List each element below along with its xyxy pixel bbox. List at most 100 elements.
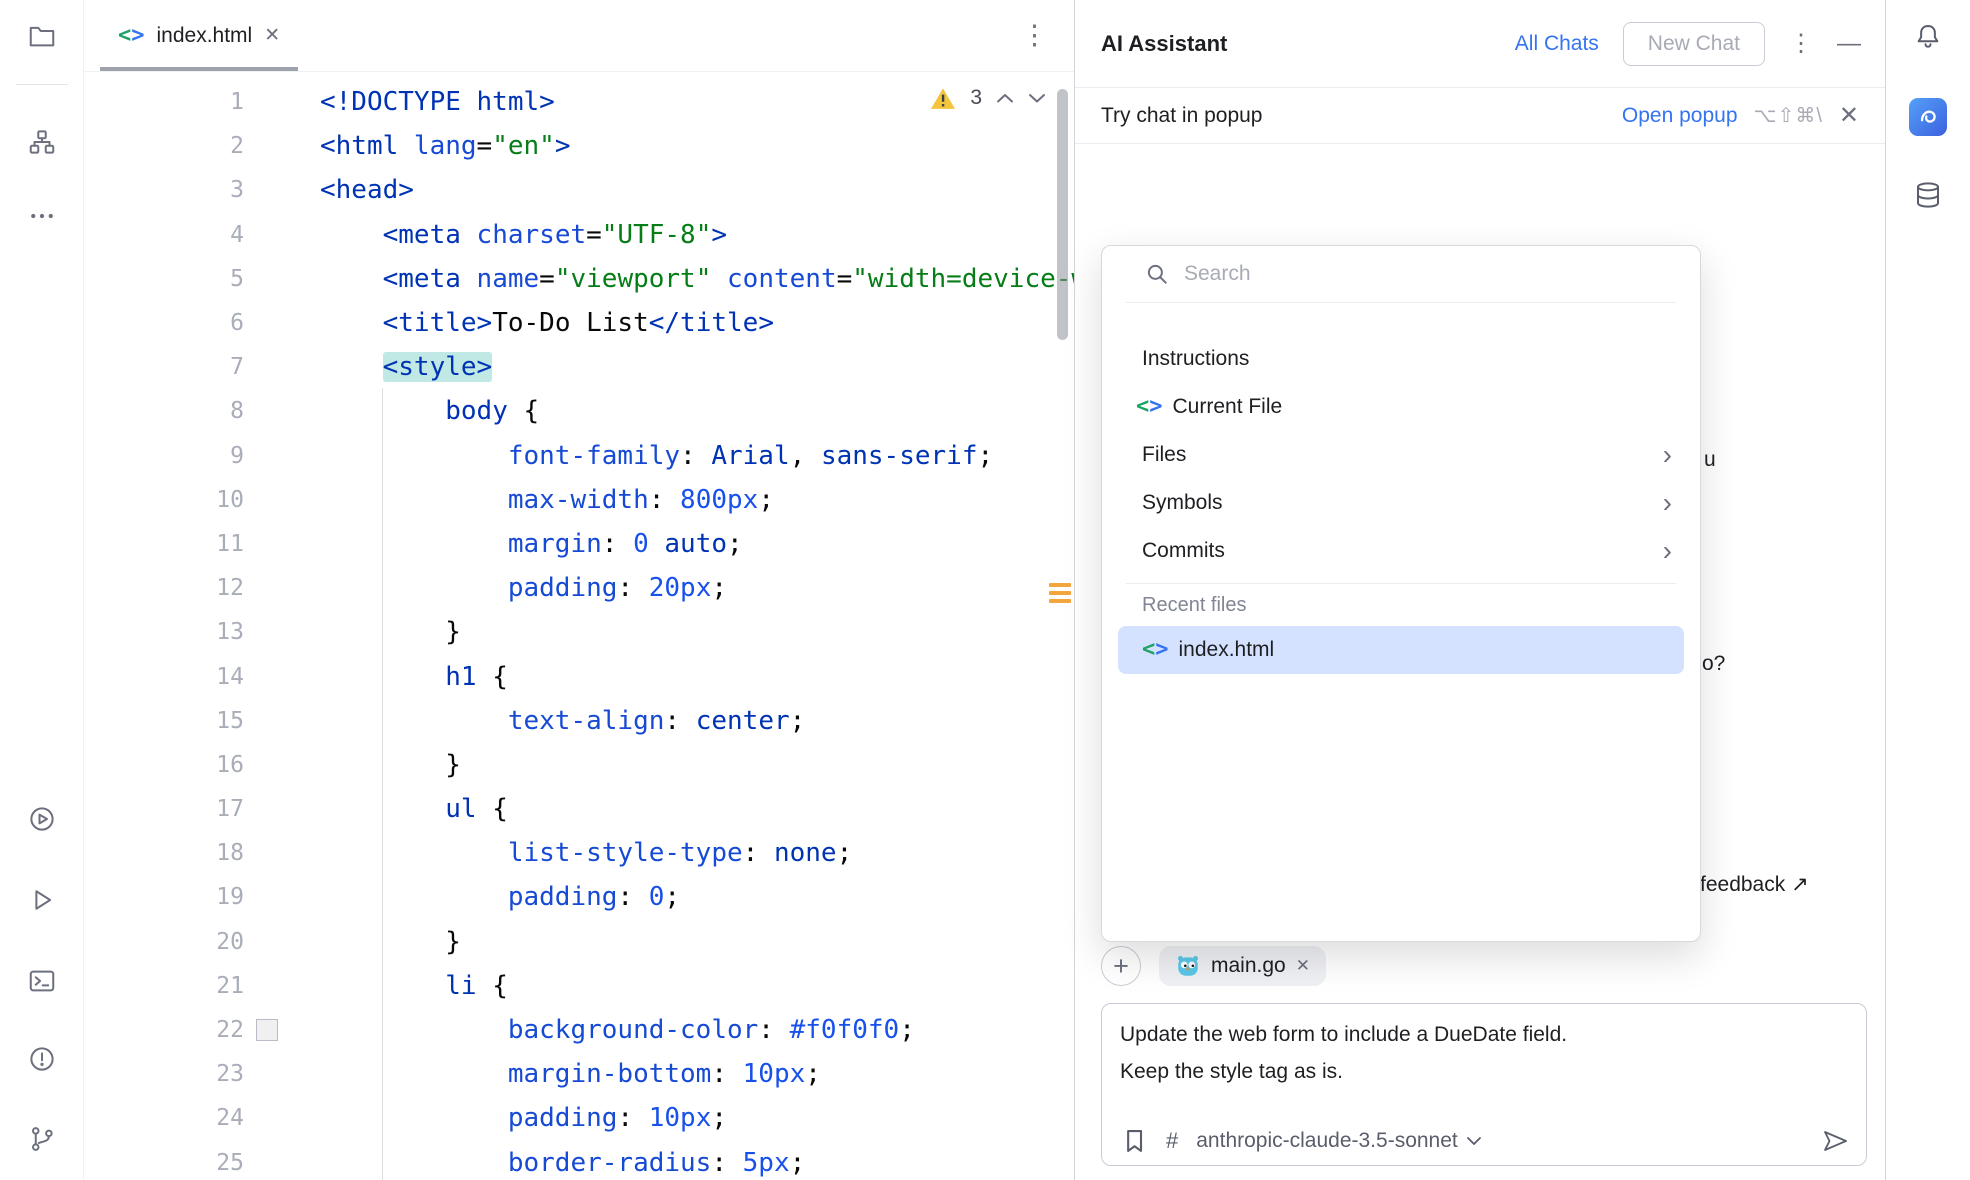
new-chat-button[interactable]: New Chat — [1622, 21, 1765, 66]
tab-close-icon[interactable]: ✕ — [264, 24, 280, 47]
send-button[interactable] — [1820, 1126, 1850, 1156]
next-warning-icon[interactable] — [1028, 93, 1046, 104]
code-line[interactable]: 8 body { — [84, 389, 1074, 433]
warning-stripe-marks[interactable] — [1049, 583, 1071, 607]
open-popup-link[interactable]: Open popup — [1622, 104, 1738, 128]
inspections-widget[interactable]: 3 — [930, 86, 1046, 110]
code-line[interactable]: 7 <style> — [84, 345, 1074, 389]
banner-close-icon[interactable]: ✕ — [1839, 101, 1859, 130]
popup-item-instructions[interactable]: Instructions — [1102, 335, 1700, 383]
code-line[interactable]: 22 background-color: #f0f0f0; — [84, 1008, 1074, 1052]
tab-index-html[interactable]: <> index.html ✕ — [100, 0, 299, 71]
previous-warning-icon[interactable] — [996, 93, 1014, 104]
editor-options-kebab-icon[interactable]: ⋮ — [1021, 20, 1048, 51]
terminal-icon[interactable] — [22, 961, 62, 1001]
code-text: font-family: Arial, sans-serif; — [507, 440, 994, 471]
code-text: <title>To-Do List</title> — [382, 308, 774, 339]
popup-item-label: Instructions — [1142, 347, 1250, 370]
version-control-icon[interactable] — [22, 1119, 62, 1159]
services-icon[interactable] — [22, 799, 62, 839]
code-line[interactable]: 15 text-align: center; — [84, 699, 1074, 743]
color-preview-swatch[interactable] — [256, 1018, 278, 1041]
popup-item-label: Current File — [1172, 395, 1283, 418]
code-text: text-align: center; — [507, 705, 806, 736]
code-line[interactable]: 5 <meta name="viewport" content="width=d… — [84, 257, 1074, 301]
code-line[interactable]: 13 } — [84, 610, 1074, 654]
prompt-library-icon[interactable] — [1120, 1127, 1148, 1155]
code-text: } — [320, 617, 461, 648]
all-chats-link[interactable]: All Chats — [1515, 32, 1599, 56]
structure-icon[interactable] — [22, 122, 62, 162]
ai-panel-header: AI Assistant All Chats New Chat ⋮ — — [1075, 0, 1885, 88]
chat-input[interactable]: Update the web form to include a DueDate… — [1102, 1004, 1866, 1090]
left-toolbar — [0, 0, 84, 1180]
code-line[interactable]: 6 <title>To-Do List</title> — [84, 301, 1074, 345]
more-tool-windows-icon[interactable] — [22, 196, 62, 236]
code-text: li { — [445, 970, 508, 1001]
code-line[interactable]: 3 <head> — [84, 168, 1074, 212]
add-context-button[interactable]: + — [1101, 946, 1141, 986]
code-line[interactable]: 2 <html lang="en"> — [84, 124, 1074, 168]
chevron-right-icon: › — [1662, 535, 1672, 566]
database-icon[interactable] — [1906, 173, 1950, 217]
line-number: 18 — [216, 840, 244, 867]
code-text: ul { — [445, 794, 508, 825]
chip-remove-icon[interactable]: ✕ — [1296, 956, 1310, 976]
code-file-icon: <> — [1136, 394, 1163, 419]
code-line[interactable]: 14 h1 { — [84, 654, 1074, 698]
hash-context-icon[interactable]: # — [1166, 1128, 1178, 1154]
code-line[interactable]: 20 } — [84, 920, 1074, 964]
code-line[interactable]: 4 <meta charset="UTF-8"> — [84, 213, 1074, 257]
code-line[interactable]: 9 font-family: Arial, sans-serif; — [84, 434, 1074, 478]
model-name: anthropic-claude-3.5-sonnet — [1196, 1129, 1458, 1152]
line-number: 10 — [216, 486, 244, 513]
code-line[interactable]: 25 border-radius: 5px; — [84, 1141, 1074, 1180]
ai-assistant-panel: AI Assistant All Chats New Chat ⋮ — Try … — [1074, 0, 1885, 1180]
code-editor[interactable]: 1 <!DOCTYPE html> 2 <html lang="en"> 3 <head>… — [84, 80, 1074, 1180]
code-text: background-color: #f0f0f0; — [507, 1015, 915, 1046]
chat-text-fragment: u — [1704, 448, 1716, 471]
chip-file-label: main.go — [1211, 954, 1286, 977]
panel-options-kebab-icon[interactable]: ⋮ — [1789, 29, 1813, 58]
run-icon[interactable] — [22, 880, 62, 920]
popup-item-current-file[interactable]: <> Current File — [1102, 383, 1700, 431]
code-text: padding: 0; — [507, 882, 681, 913]
code-line[interactable]: 10 max-width: 800px; — [84, 478, 1074, 522]
chat-input-line: Update the web form to include a DueDate… — [1120, 1023, 1568, 1046]
toolbar-divider — [16, 84, 68, 85]
project-folder-icon[interactable] — [22, 16, 62, 56]
attached-file-chip[interactable]: main.go ✕ — [1159, 946, 1326, 986]
chat-text-fragment: o? — [1702, 652, 1726, 675]
code-line[interactable]: 1 <!DOCTYPE html> — [84, 80, 1074, 124]
minimize-panel-icon[interactable]: — — [1837, 30, 1861, 58]
code-line[interactable]: 19 padding: 0; — [84, 875, 1074, 919]
recent-file-item[interactable]: <> index.html — [1118, 626, 1684, 674]
code-text: padding: 20px; — [507, 573, 728, 604]
model-selector[interactable]: anthropic-claude-3.5-sonnet — [1196, 1129, 1482, 1153]
code-text: margin-bottom: 10px; — [507, 1059, 821, 1090]
code-text: <style> — [382, 352, 493, 383]
code-line[interactable]: 17 ul { — [84, 787, 1074, 831]
feedback-link-fragment[interactable]: feedback ↗ — [1700, 872, 1809, 897]
code-line[interactable]: 23 margin-bottom: 10px; — [84, 1052, 1074, 1096]
chevron-right-icon: › — [1662, 487, 1672, 518]
editor-scrollbar[interactable] — [1057, 89, 1068, 340]
code-line[interactable]: 21 li { — [84, 964, 1074, 1008]
popup-search-input[interactable] — [1184, 262, 1614, 286]
popup-item-list: Instructions <> Current File Files › Symbols ›… — [1102, 303, 1700, 575]
code-line[interactable]: 12 padding: 20px; — [84, 566, 1074, 610]
line-number: 23 — [216, 1061, 244, 1088]
tab-label: index.html — [156, 23, 253, 47]
problems-icon[interactable] — [22, 1039, 62, 1079]
code-line[interactable]: 11 margin: 0 auto; — [84, 522, 1074, 566]
popup-item-symbols[interactable]: Symbols › — [1102, 479, 1700, 527]
ai-assistant-tool-icon[interactable] — [1906, 95, 1950, 139]
popup-item-files[interactable]: Files › — [1102, 431, 1700, 479]
code-line[interactable]: 16 } — [84, 743, 1074, 787]
search-icon — [1147, 264, 1167, 284]
code-line[interactable]: 18 list-style-type: none; — [84, 831, 1074, 875]
code-line[interactable]: 24 padding: 10px; — [84, 1096, 1074, 1140]
code-text: <head> — [320, 175, 414, 206]
popup-item-commits[interactable]: Commits › — [1102, 527, 1700, 575]
notifications-bell-icon[interactable] — [1906, 14, 1950, 58]
